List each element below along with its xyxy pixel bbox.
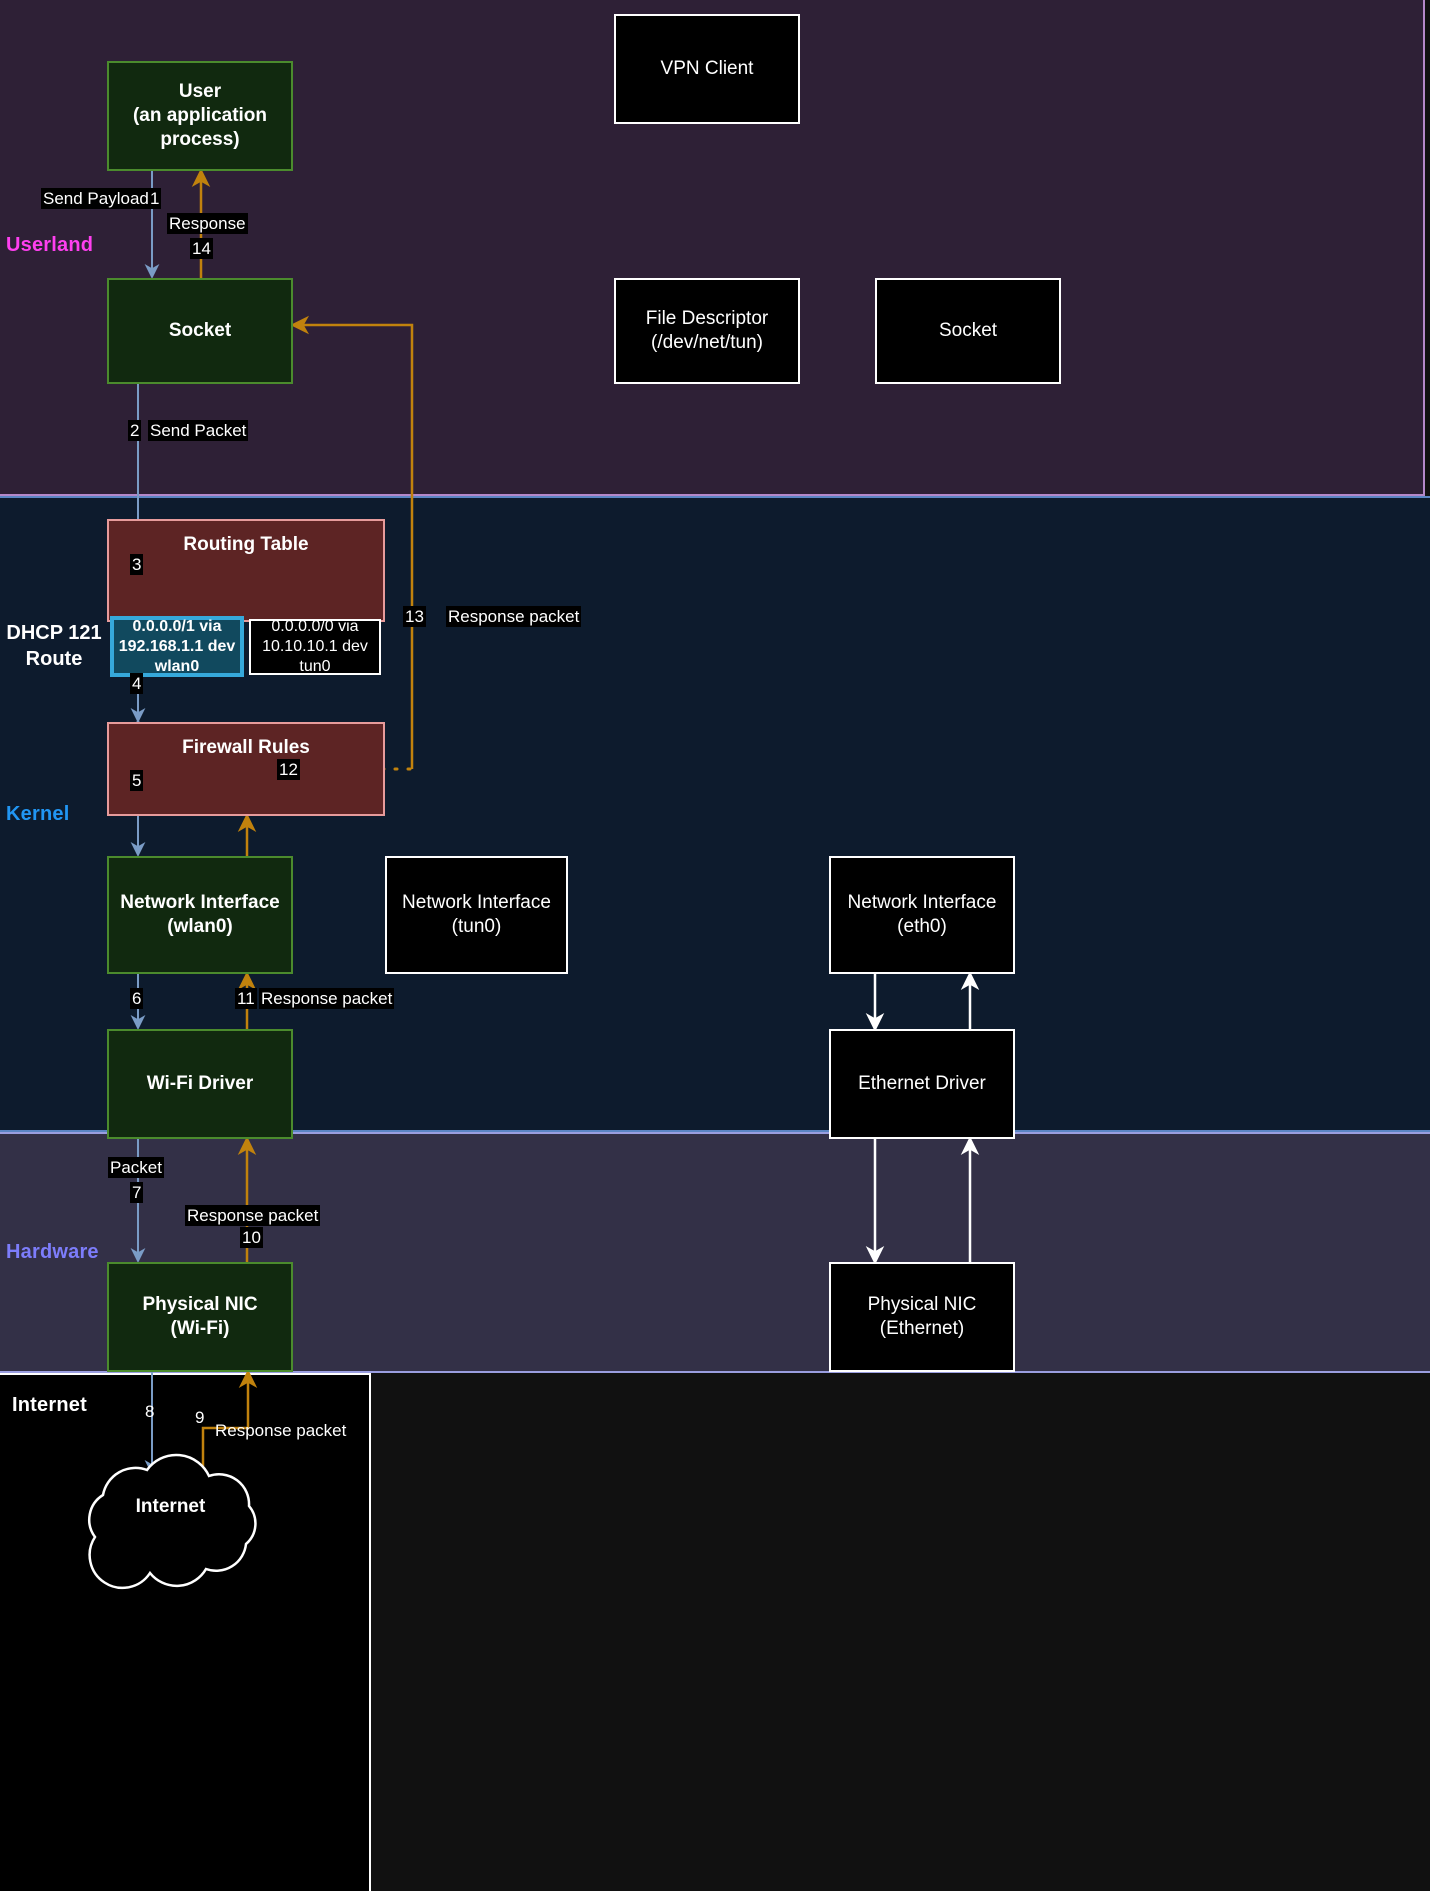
node-ethernet-driver[interactable]: Ethernet Driver [829,1029,1015,1139]
node-interface-tun0-line2: (tun0) [451,916,502,937]
node-user-line3: process) [160,128,240,150]
edge-label-14-number: 14 [190,238,213,259]
route-entry-alternate-line2: 10.10.10.1 dev [262,638,368,655]
node-physical-nic-ethernet-line1: Physical NIC [867,1294,977,1316]
node-file-descriptor[interactable]: File Descriptor (/dev/net/tun) [614,278,800,384]
node-interface-tun0-line1: Network Interface [402,892,551,914]
edge-label-11-response-packet: Response packet [259,988,395,1009]
node-socket[interactable]: Socket [107,278,293,384]
node-wifi-driver-label: Wi-Fi Driver [146,1073,254,1095]
node-socket-label: Socket [168,320,232,342]
node-internet-cloud-label: Internet [135,1496,206,1517]
node-wifi-driver[interactable]: Wi-Fi Driver [107,1029,293,1139]
node-user-line1: User [178,81,222,103]
node-physical-nic-ethernet-line2: (Ethernet) [879,1318,965,1339]
node-interface-wlan0-line1: Network Interface [120,892,280,914]
node-interface-eth0-line1: Network Interface [847,892,997,914]
node-file-descriptor-line1: File Descriptor [645,308,769,330]
node-user-line2: (an application [132,105,268,127]
edge-label-14-response: Response [167,213,248,234]
route-entry-alternate-line1: 0.0.0.0/0 via [271,618,359,635]
edge-label-1-send-payload: Send Payload [41,188,151,209]
edge-label-11-number: 11 [235,988,257,1009]
node-file-descriptor-line2: (/dev/net/tun) [651,332,763,353]
node-firewall-rules-label: Firewall Rules [182,737,310,758]
node-user[interactable]: User (an application process) [107,61,293,171]
route-entry-alternate-line3: tun0 [299,658,331,675]
route-entry-alternate[interactable]: 0.0.0.0/0 via 10.10.10.1 dev tun0 [249,618,381,675]
edge-label-12-number: 12 [277,759,300,780]
node-vpn-client-label: VPN Client [660,58,754,80]
node-routing-table[interactable]: Routing Table [107,519,385,622]
node-physical-nic-wifi-line2: (Wi-Fi) [170,1318,230,1339]
edge-label-2-send-packet: Send Packet [148,420,249,441]
edge-label-1-number: 1 [148,188,162,209]
route-entry-selected-line2: 192.168.1.1 dev [118,637,236,655]
node-interface-eth0-line2: (eth0) [897,916,947,937]
edge-label-10-number: 10 [240,1227,263,1248]
node-firewall-rules[interactable]: Firewall Rules [107,722,385,816]
edge-label-9-number: 9 [195,1408,205,1427]
node-socket-vpn[interactable]: Socket [875,278,1061,384]
route-entry-selected-line1: 0.0.0.0/1 via [132,617,222,635]
node-socket-vpn-label: Socket [938,320,998,342]
edge-label-8-number: 8 [145,1402,155,1421]
diagram-canvas: Userland Kernel Hardware Internet DHCP 1… [0,0,1430,1891]
node-interface-eth0[interactable]: Network Interface (eth0) [829,856,1015,974]
node-physical-nic-wifi[interactable]: Physical NIC (Wi-Fi) [107,1262,293,1372]
edge-label-5-number: 5 [130,770,144,791]
edge-label-7-packet: Packet [108,1157,164,1178]
node-interface-tun0[interactable]: Network Interface (tun0) [385,856,568,974]
edge-label-2-number: 2 [128,420,142,441]
edge-label-9-response-packet: Response packet [215,1421,347,1440]
edge-label-6-number: 6 [130,988,144,1009]
node-interface-wlan0[interactable]: Network Interface (wlan0) [107,856,293,974]
edge-label-13-response-packet: Response packet [446,606,582,627]
node-routing-table-label: Routing Table [183,534,309,555]
node-ethernet-driver-label: Ethernet Driver [858,1073,986,1095]
edge-label-13-number: 13 [403,606,426,627]
route-entry-selected[interactable]: 0.0.0.0/1 via 192.168.1.1 dev wlan0 [110,616,244,677]
edge-label-7-number: 7 [130,1182,144,1203]
node-interface-wlan0-line2: (wlan0) [167,916,233,937]
edge-label-10-response-packet: Response packet [185,1205,321,1226]
edge-label-3-number: 3 [130,554,144,575]
node-vpn-client[interactable]: VPN Client [614,14,800,124]
node-physical-nic-wifi-line1: Physical NIC [142,1294,258,1316]
node-physical-nic-ethernet[interactable]: Physical NIC (Ethernet) [829,1262,1015,1372]
edge-label-4-number: 4 [130,673,144,694]
